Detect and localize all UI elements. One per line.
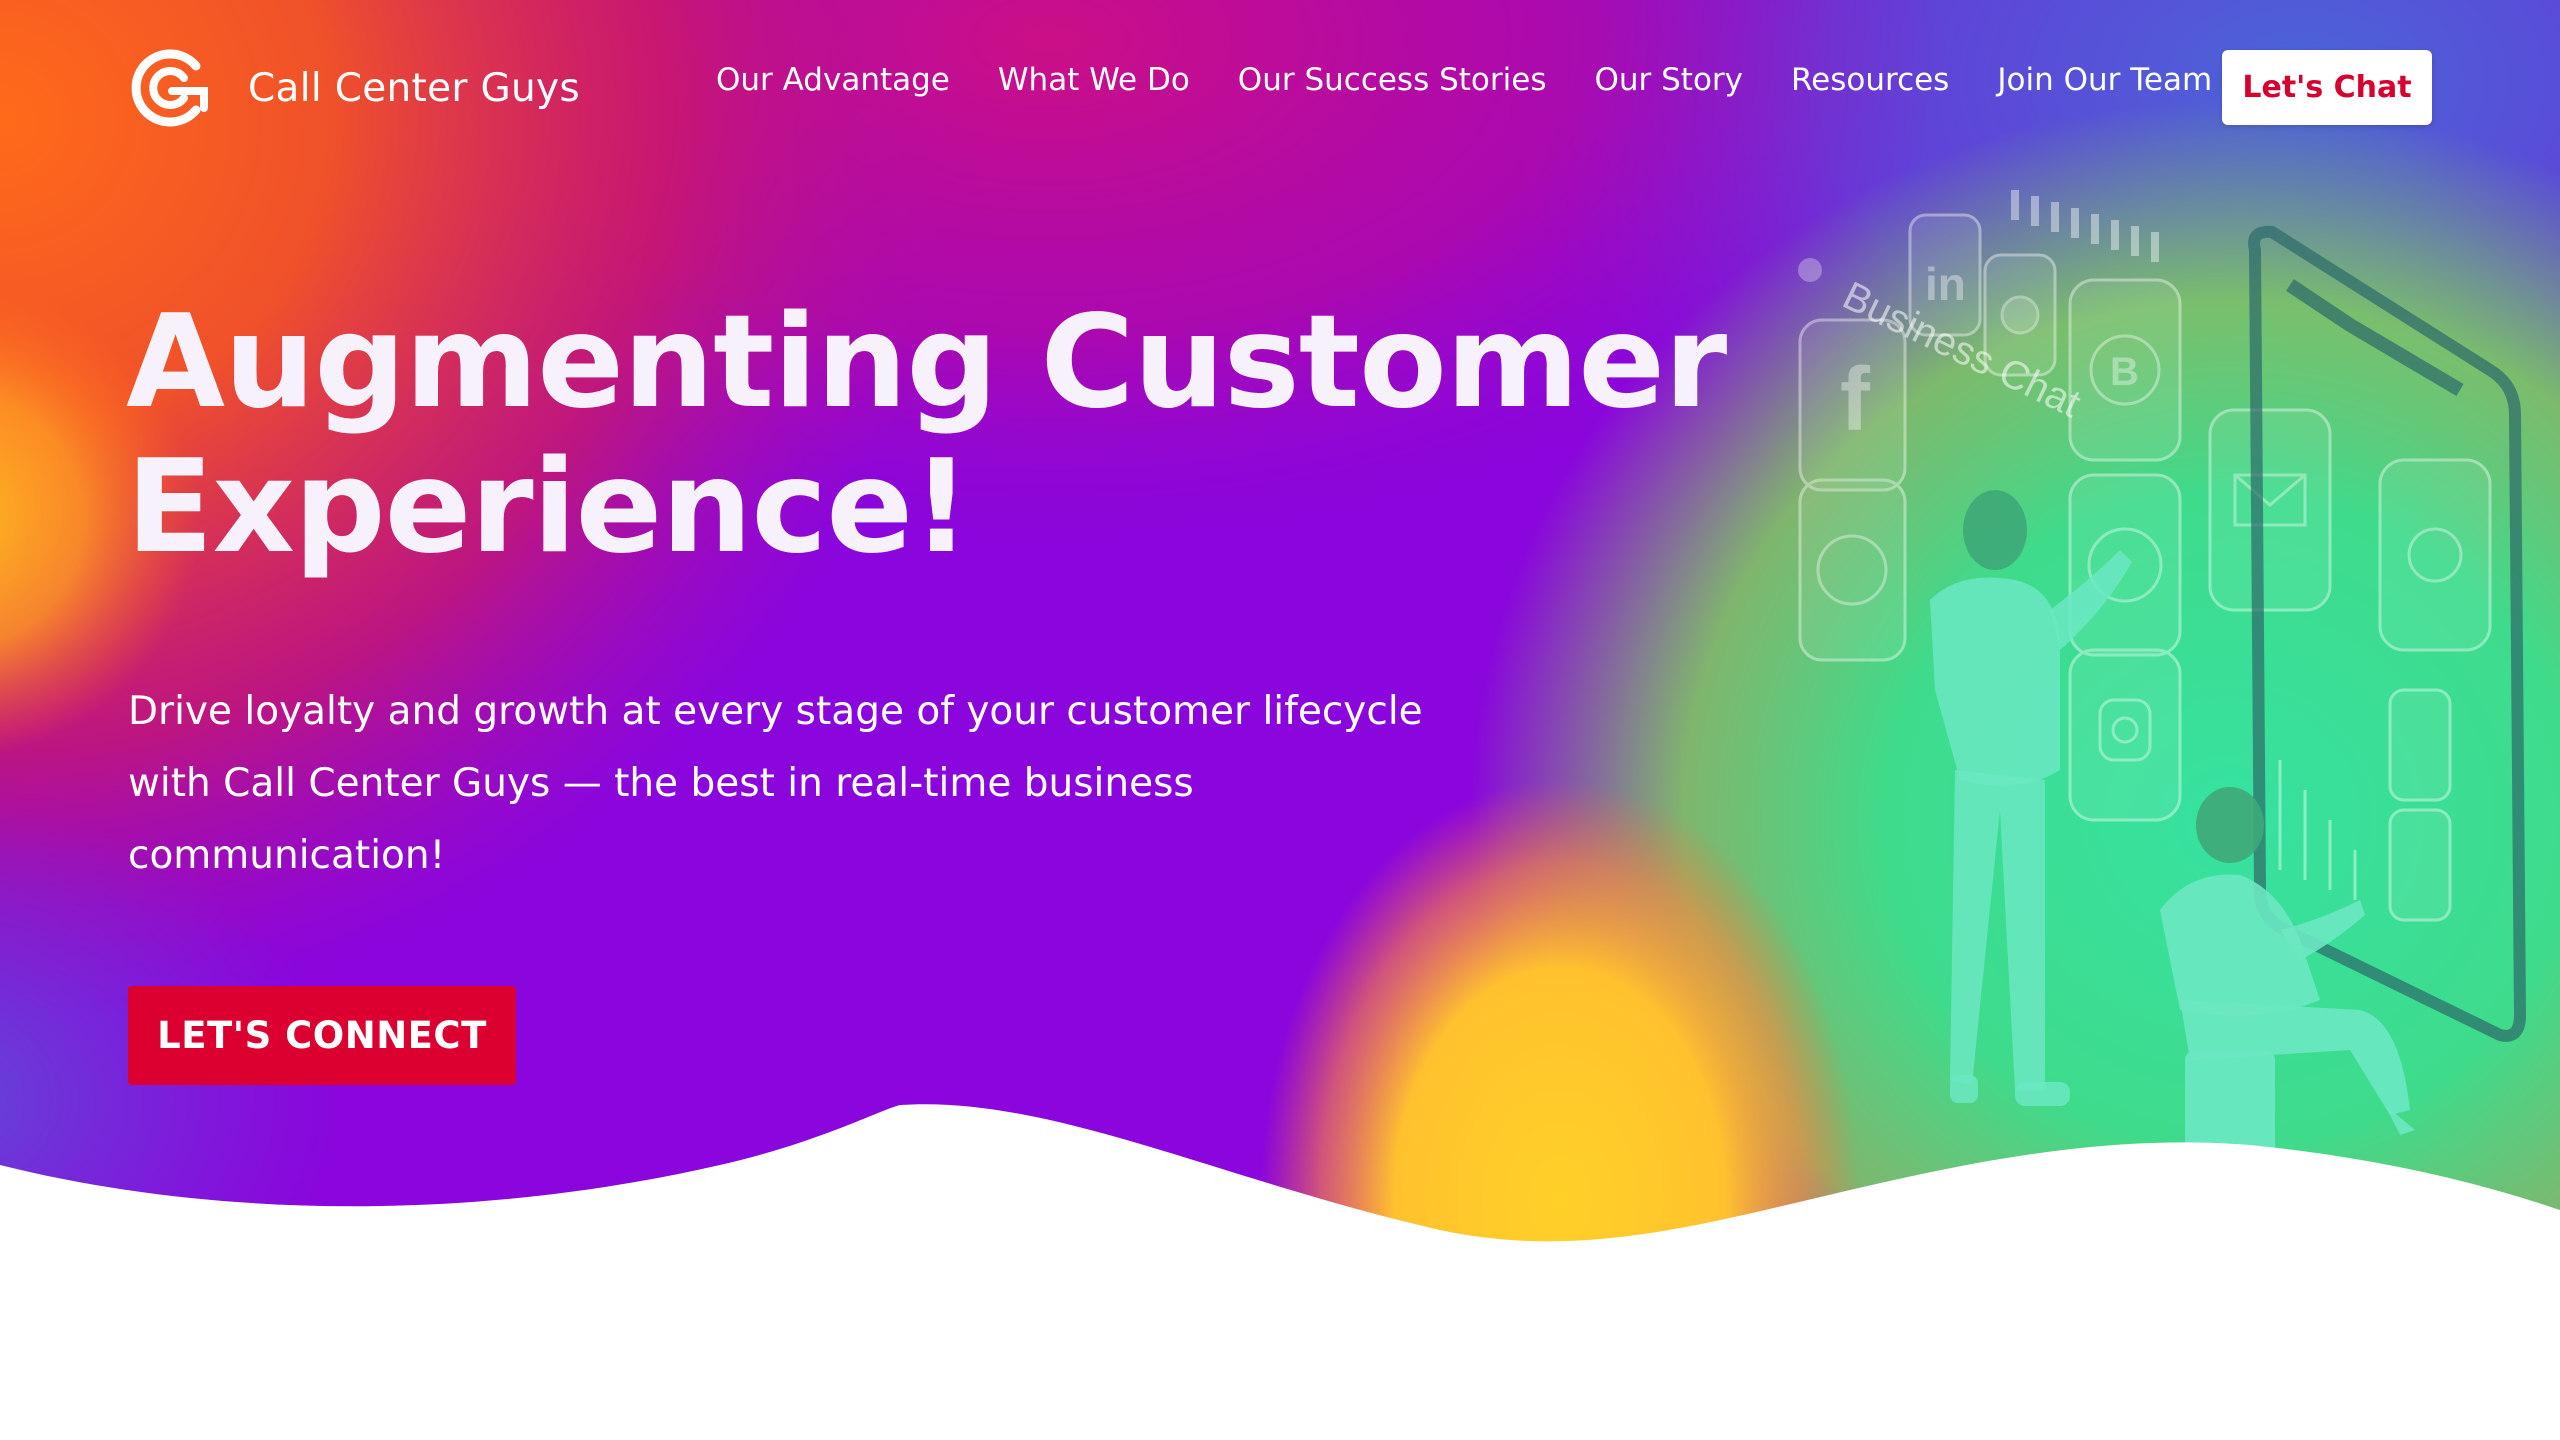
whatsapp-business-icon: B [2068, 278, 2182, 462]
bar-chart-decoration [2278, 760, 2357, 900]
nav-item-resources[interactable]: Resources [1791, 62, 1949, 98]
brand-logo[interactable]: Call Center Guys [126, 46, 580, 130]
site-header: Call Center Guys Our Advantage What We D… [0, 0, 2560, 172]
mail-icon [2208, 408, 2332, 612]
chat-icon [2388, 808, 2452, 922]
apple-icon [1798, 258, 1822, 282]
nav-item-join-our-team[interactable]: Join Our Team [1997, 62, 2212, 98]
hero-subtext: Drive loyalty and growth at every stage … [128, 689, 1423, 878]
brand-name: Call Center Guys [248, 65, 580, 111]
business-chat-illustration: f in B Business Chat [1798, 190, 2527, 1200]
svg-text:in: in [1925, 258, 1966, 310]
signal-bars-decoration [2011, 190, 2159, 262]
nav-item-our-success-stories[interactable]: Our Success Stories [1238, 62, 1547, 98]
nav-item-what-we-do[interactable]: What We Do [998, 62, 1190, 98]
instagram-icon [2068, 648, 2182, 822]
cg-logo-icon [131, 49, 208, 127]
phone-icon [2388, 688, 2452, 802]
hero-headline-line2: Experience! [126, 433, 970, 582]
landing-page: f in B Business Chat Call Center Guys Ou… [0, 0, 2560, 1440]
svg-text:B: B [2110, 350, 2139, 394]
hero-headline: Augmenting Customer Experience! [126, 290, 1826, 580]
lets-connect-button[interactable]: LET'S CONNECT [128, 986, 516, 1085]
nav-item-our-advantage[interactable]: Our Advantage [716, 62, 950, 98]
lets-chat-button[interactable]: Let's Chat [2222, 50, 2432, 125]
twitter-icon [2378, 458, 2492, 652]
main-navigation: Our Advantage What We Do Our Success Sto… [716, 62, 2212, 98]
hero-headline-line1: Augmenting Customer [126, 288, 1727, 437]
nav-item-our-story[interactable]: Our Story [1594, 62, 1743, 98]
svg-text:f: f [1840, 350, 1871, 450]
hero-wave-divider [0, 1104, 2560, 1260]
